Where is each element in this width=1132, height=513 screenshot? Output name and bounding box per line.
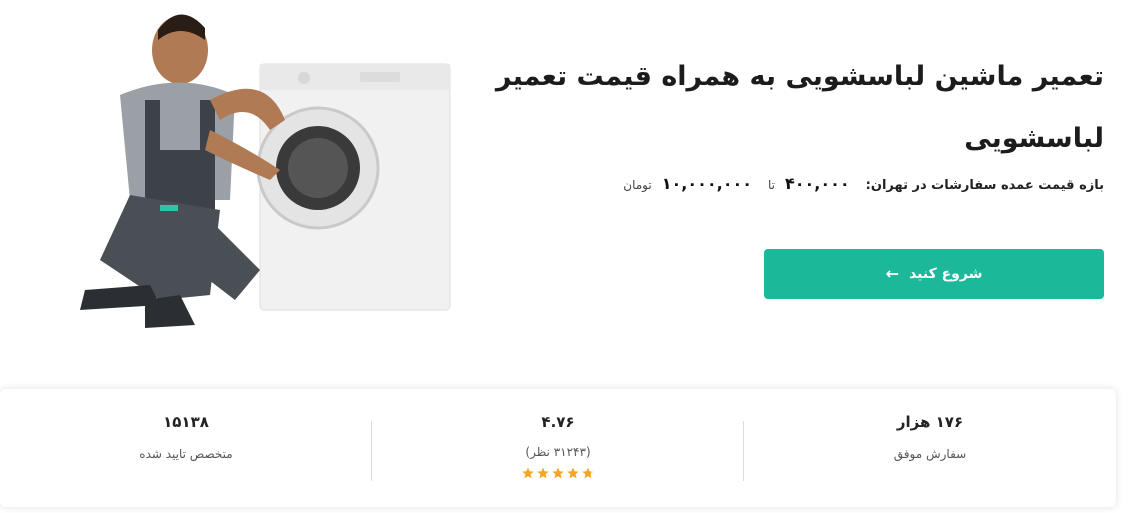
star-icon: [522, 467, 534, 479]
star-icon: [552, 467, 564, 479]
stat-experts-label: متخصص تایید شده: [139, 447, 233, 461]
price-to-label: تا: [768, 178, 775, 192]
stat-verified-experts: ۱۵۱۳۸ متخصص تایید شده: [0, 389, 372, 507]
price-range-label: بازه قیمت عمده سفارشات در تهران:: [865, 178, 1104, 193]
stat-orders-label: سفارش موفق: [893, 447, 967, 461]
arrow-left-icon: ←: [885, 264, 900, 283]
page-title: تعمیر ماشین لباسشویی به همراه قیمت تعمیر…: [495, 61, 1104, 155]
stat-rating-count: (۳۱۲۴۳ نظر): [525, 445, 591, 459]
stat-orders-value: ۱۷۶ هزار: [896, 413, 964, 431]
star-icon: [582, 467, 594, 479]
start-button[interactable]: شروع کنید ←: [764, 249, 1104, 299]
start-button-label: شروع کنید: [909, 266, 983, 282]
technician-repairing-washer-image: [80, 14, 451, 328]
star-icon: [537, 467, 549, 479]
price-range: بازه قیمت عمده سفارشات در تهران: ۴۰۰,۰۰۰…: [404, 174, 1104, 193]
stat-rating-value: ۴.۷۶: [541, 413, 575, 431]
stat-experts-value: ۱۵۱۳۸: [163, 413, 209, 431]
price-min: ۴۰۰,۰۰۰: [785, 174, 850, 193]
rating-stars: [522, 467, 594, 479]
stat-rating: ۴.۷۶ (۳۱۲۴۳ نظر): [372, 389, 744, 507]
stat-successful-orders: ۱۷۶ هزار سفارش موفق: [744, 389, 1116, 507]
price-unit: تومان: [623, 178, 652, 192]
stats-card: ۱۷۶ هزار سفارش موفق ۴.۷۶ (۳۱۲۴۳ نظر) ۱۵۱…: [0, 389, 1116, 507]
price-max: ۱۰,۰۰۰,۰۰۰: [661, 174, 752, 193]
star-icon: [567, 467, 579, 479]
